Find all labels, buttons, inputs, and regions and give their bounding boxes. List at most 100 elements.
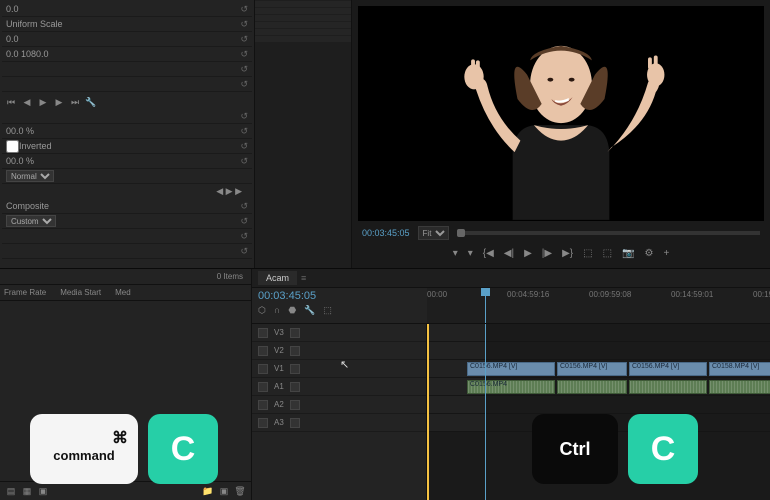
reset-icon[interactable]: ↺ xyxy=(240,64,248,75)
prev-frame-icon[interactable]: ◀ xyxy=(22,97,32,107)
next-frame-icon[interactable]: ▶ xyxy=(54,97,64,107)
audio-clip[interactable]: C0156.MP4 xyxy=(467,380,555,394)
add-icon[interactable]: + xyxy=(663,248,669,259)
col-mediastart[interactable]: Media Start xyxy=(60,288,101,297)
prop-row[interactable]: 0.0↺ xyxy=(2,2,252,17)
trash-icon[interactable]: 🗑 xyxy=(235,486,245,496)
playhead-line[interactable] xyxy=(485,324,486,500)
list-view-icon[interactable]: ▤ xyxy=(6,486,16,496)
track-toggle[interactable] xyxy=(258,328,268,338)
track-header[interactable]: V1 xyxy=(252,360,426,378)
preview-scrubber[interactable] xyxy=(457,231,760,235)
track-header[interactable]: A1 xyxy=(252,378,426,396)
wrench-icon[interactable]: 🔧 xyxy=(86,97,96,107)
go-out-icon[interactable]: ▶} xyxy=(562,248,573,259)
extract-icon[interactable]: ⬚ xyxy=(603,248,612,259)
keyframe-nav[interactable]: ◀ ▶ ▶ xyxy=(2,184,252,199)
track-row[interactable]: C0156.MP4 xyxy=(427,378,770,396)
new-bin-icon[interactable]: 📁 xyxy=(203,486,213,496)
prop-row[interactable]: ↺ xyxy=(2,109,252,124)
track-toggle[interactable] xyxy=(258,346,268,356)
snap-icon[interactable]: ⬡ xyxy=(258,305,266,316)
lock-toggle[interactable] xyxy=(290,346,300,356)
go-end-icon[interactable]: ⏭ xyxy=(70,97,80,107)
freeform-icon[interactable]: ▣ xyxy=(38,486,48,496)
lift-icon[interactable]: ⬚ xyxy=(583,248,592,259)
prop-row[interactable]: ↺ xyxy=(2,229,252,244)
track-row[interactable] xyxy=(427,396,770,414)
reset-icon[interactable]: ↺ xyxy=(240,19,248,30)
track-toggle[interactable] xyxy=(258,364,268,374)
video-clip[interactable]: C0156.MP4 [V] xyxy=(467,362,555,376)
track-toggle[interactable] xyxy=(258,418,268,428)
playhead-head[interactable] xyxy=(485,288,486,323)
lock-toggle[interactable] xyxy=(290,364,300,374)
video-clip[interactable]: C0158.MP4 [V] xyxy=(709,362,770,376)
go-in-icon[interactable]: {◀ xyxy=(483,248,494,259)
reset-icon[interactable]: ↺ xyxy=(240,216,248,227)
audio-clip[interactable] xyxy=(709,380,770,394)
prop-row[interactable]: ↺ xyxy=(2,77,252,92)
link-icon[interactable]: ∩ xyxy=(274,305,280,316)
track-toggle[interactable] xyxy=(258,382,268,392)
mark-out-icon[interactable]: ▾ xyxy=(468,248,473,259)
prop-row[interactable]: ↺ xyxy=(2,244,252,259)
step-fwd-icon[interactable]: |▶ xyxy=(542,248,552,259)
prop-row[interactable]: 0.0↺ xyxy=(2,32,252,47)
track-header[interactable]: V3 xyxy=(252,324,426,342)
col-framerate[interactable]: Frame Rate xyxy=(4,288,46,297)
track-row[interactable] xyxy=(427,324,770,342)
wrench-icon[interactable]: 🔧 xyxy=(304,305,315,316)
icon-view-icon[interactable]: ▦ xyxy=(22,486,32,496)
lock-toggle[interactable] xyxy=(290,328,300,338)
custom-row[interactable]: Custom ↺ xyxy=(2,214,252,229)
video-clip[interactable]: C0156.MP4 [V] xyxy=(629,362,707,376)
anchor-row[interactable]: 0.0 1080.0↺ xyxy=(2,47,252,62)
play-icon[interactable]: ▶ xyxy=(38,97,48,107)
track-row[interactable] xyxy=(427,342,770,360)
time-ruler[interactable]: 00:0000:04:59:1600:09:59:0800:14:59:0100… xyxy=(427,288,770,323)
reset-icon[interactable]: ↺ xyxy=(240,34,248,45)
marker-icon[interactable]: ⬣ xyxy=(288,305,296,316)
inverted-row[interactable]: Inverted↺ xyxy=(2,139,252,154)
blend-mode-select[interactable]: Normal xyxy=(6,170,54,182)
work-area-start[interactable] xyxy=(427,324,429,500)
settings-icon[interactable]: ⚙ xyxy=(644,248,653,259)
video-preview[interactable] xyxy=(358,6,764,221)
composite-row[interactable]: Composite↺ xyxy=(2,199,252,214)
tab-menu-icon[interactable]: ≡ xyxy=(301,273,306,283)
track-row[interactable]: C0156.MP4 [V]C0156.MP4 [V]C0156.MP4 [V]C… xyxy=(427,360,770,378)
mark-in-icon[interactable]: ▾ xyxy=(453,248,458,259)
lock-toggle[interactable] xyxy=(290,418,300,428)
track-toggle[interactable] xyxy=(258,400,268,410)
timeline-timecode[interactable]: 00:03:45:05 xyxy=(258,290,421,302)
inverted-checkbox[interactable] xyxy=(6,140,19,153)
export-frame-icon[interactable]: 📷 xyxy=(622,248,634,259)
blend-mode-row[interactable]: Normal xyxy=(2,169,252,184)
reset-icon[interactable]: ↺ xyxy=(240,231,248,242)
reset-icon[interactable]: ↺ xyxy=(240,79,248,90)
reset-icon[interactable]: ↺ xyxy=(240,111,248,122)
opacity-row[interactable]: 00.0 %↺ xyxy=(2,124,252,139)
audio-clip[interactable] xyxy=(557,380,627,394)
reset-icon[interactable]: ↺ xyxy=(240,4,248,15)
lock-toggle[interactable] xyxy=(290,382,300,392)
custom-select[interactable]: Custom xyxy=(6,215,56,227)
reset-icon[interactable]: ↺ xyxy=(240,201,248,212)
play-icon[interactable]: ▶ xyxy=(524,248,532,259)
track-header[interactable]: V2 xyxy=(252,342,426,360)
reset-icon[interactable]: ↺ xyxy=(240,141,248,152)
lock-toggle[interactable] xyxy=(290,400,300,410)
video-clip[interactable]: C0156.MP4 [V] xyxy=(557,362,627,376)
go-start-icon[interactable]: ⏮ xyxy=(6,97,16,107)
opacity-pct-row[interactable]: 00.0 %↺ xyxy=(2,154,252,169)
track-header[interactable]: A2 xyxy=(252,396,426,414)
reset-icon[interactable]: ↺ xyxy=(240,126,248,137)
prop-row[interactable]: ↺ xyxy=(2,62,252,77)
sequence-tab[interactable]: Acam xyxy=(258,271,297,285)
col-med[interactable]: Med xyxy=(115,288,131,297)
audio-clip[interactable] xyxy=(629,380,707,394)
uniform-scale-row[interactable]: Uniform Scale↺ xyxy=(2,17,252,32)
settings-icon[interactable]: ⬚ xyxy=(323,305,332,316)
zoom-select[interactable]: Fit xyxy=(418,226,449,240)
